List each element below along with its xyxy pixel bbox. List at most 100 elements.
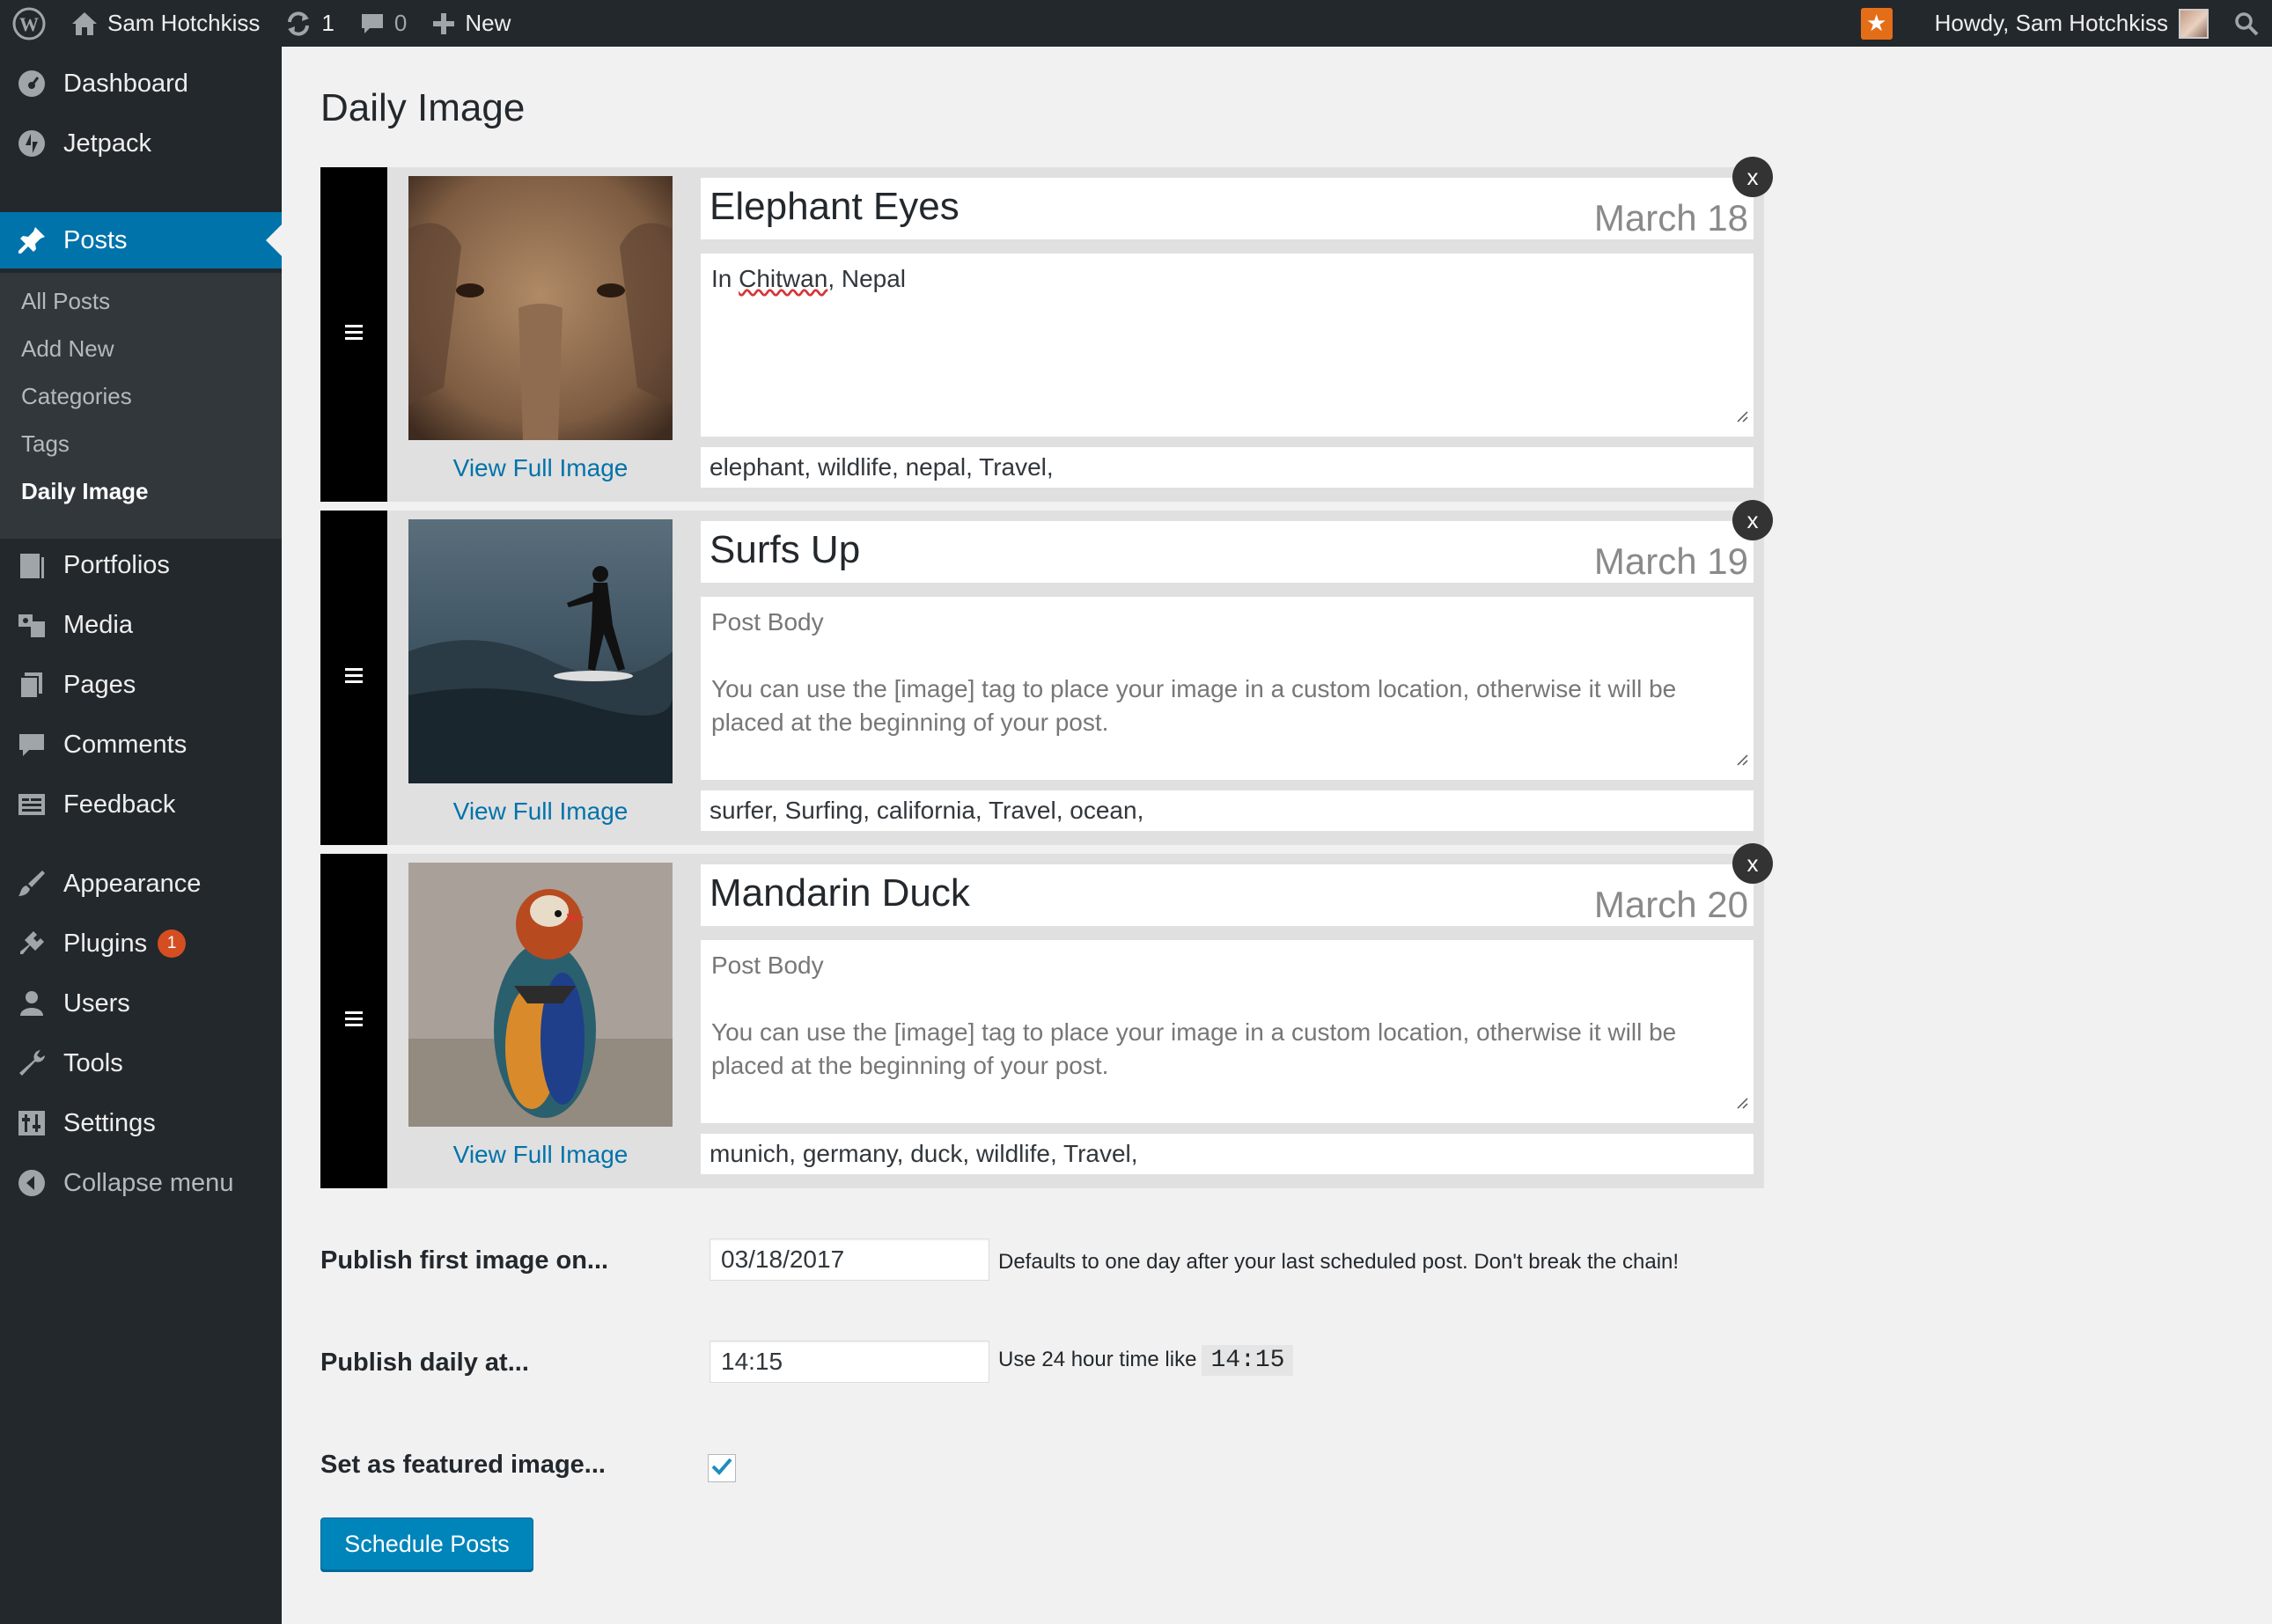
paintbrush-icon [14,866,49,901]
notifications-link[interactable]: ★ [1849,0,1905,47]
menu-tools[interactable]: Tools [0,1035,282,1091]
plug-icon [14,926,49,961]
post-body-textarea[interactable]: In Chitwan, Nepal [701,254,1754,437]
menu-dashboard[interactable]: Dashboard [0,55,282,112]
image-thumbnail [408,176,673,440]
new-content-link[interactable]: New [419,0,523,47]
view-full-image-link[interactable]: View Full Image [408,792,673,831]
publish-daily-description: Use 24 hour time like 14:15 [998,1345,1294,1376]
post-body-textarea[interactable]: Post Body You can use the [image] tag to… [701,940,1754,1123]
pushpin-icon [14,223,49,258]
updates-count: 1 [321,10,335,36]
view-full-image-link[interactable]: View Full Image [408,449,673,488]
admin-bar: W Sam Hotchkiss 1 0 New ★ Howdy, Sam Hot… [0,0,2272,47]
submenu-tags[interactable]: Tags [21,426,70,461]
publish-first-date-input[interactable] [710,1238,989,1281]
post-body-placeholder-hint: You can use the [image] tag to place you… [711,675,1677,736]
menu-comments[interactable]: Comments [0,716,282,773]
publish-daily-label: Publish daily at... [320,1348,529,1377]
menu-appearance[interactable]: Appearance [0,856,282,912]
schedule-posts-button[interactable]: Schedule Posts [320,1517,533,1570]
svg-text:W: W [19,13,39,35]
post-title-field[interactable]: Elephant Eyes March 18 [701,178,1754,239]
submenu-add-new[interactable]: Add New [21,331,114,366]
post-body-placeholder-title: Post Body [711,608,824,636]
menu-label: Settings [63,1108,156,1137]
menu-collapse[interactable]: Collapse menu [0,1155,282,1211]
remove-card-button[interactable]: x [1732,157,1773,197]
resize-handle-icon[interactable] [1736,741,1748,775]
wordpress-logo-icon[interactable]: W [0,0,58,47]
menu-label: Plugins [63,929,148,958]
featured-image-label: Set as featured image... [320,1451,606,1479]
post-body-placeholder-title: Post Body [711,952,824,979]
menu-label: Posts [63,225,128,254]
resize-handle-icon[interactable] [1736,398,1748,431]
howdy-greeting: Howdy, Sam Hotchkiss [1934,10,2168,36]
post-tags-field[interactable]: munich, germany, duck, wildlife, Travel, [701,1134,1754,1174]
post-tags-field[interactable]: surfer, Surfing, california, Travel, oce… [701,790,1754,831]
remove-card-button[interactable]: x [1732,843,1773,884]
remove-card-button[interactable]: x [1732,500,1773,540]
menu-media[interactable]: Media [0,597,282,653]
menu-plugins[interactable]: Plugins 1 [0,915,282,972]
wrench-icon [14,1046,49,1081]
menu-label: Tools [63,1048,123,1077]
collapse-arrow-icon [14,1165,49,1201]
drag-handle[interactable] [320,167,387,502]
post-date: March 20 [1593,884,1748,925]
publish-daily-time-input[interactable] [710,1341,989,1383]
post-tags-field[interactable]: elephant, wildlife, nepal, Travel, [701,447,1754,488]
image-thumbnail [408,863,673,1127]
checkmark-icon [710,1456,733,1481]
menu-portfolios[interactable]: Portfolios [0,537,282,593]
comments-icon [14,727,49,762]
menu-settings[interactable]: Settings [0,1095,282,1151]
submenu-categories[interactable]: Categories [21,378,132,414]
submenu-all-posts[interactable]: All Posts [21,283,110,319]
view-full-image-link[interactable]: View Full Image [408,1135,673,1174]
post-title-field[interactable]: Mandarin Duck March 20 [701,864,1754,926]
drag-handle[interactable] [320,511,387,845]
menu-label: Comments [63,730,187,759]
image-thumbnail [408,519,673,783]
post-body-textarea[interactable]: Post Body You can use the [image] tag to… [701,597,1754,780]
plus-icon [431,11,456,36]
menu-pages[interactable]: Pages [0,657,282,713]
hamburger-icon [345,1010,363,1032]
user-icon [14,986,49,1021]
updates-icon [284,10,312,38]
submenu-daily-image[interactable]: Daily Image [21,474,149,509]
body-text-part: , Nepal [827,265,907,292]
hamburger-icon [345,324,363,345]
publish-daily-hint: Use 24 hour time like [998,1348,1197,1371]
menu-label: Dashboard [63,69,188,98]
menu-feedback[interactable]: Feedback [0,776,282,833]
post-date: March 18 [1593,197,1748,239]
menu-users[interactable]: Users [0,975,282,1032]
comments-count: 0 [393,10,408,36]
my-account-link[interactable]: Howdy, Sam Hotchkiss [1905,0,2221,47]
menu-posts[interactable]: Posts [0,212,282,268]
post-title-field[interactable]: Surfs Up March 19 [701,521,1754,583]
post-title: Elephant Eyes [710,185,960,228]
post-body-placeholder-hint: You can use the [image] tag to place you… [711,1018,1677,1079]
dashboard-icon [14,66,49,101]
drag-handle[interactable] [320,854,387,1188]
portfolio-icon [14,547,49,583]
site-name-link[interactable]: Sam Hotchkiss [58,0,272,47]
admin-sidebar: Dashboard Jetpack Posts All Posts Add Ne… [0,47,282,1624]
new-label: New [465,10,511,36]
updates-link[interactable]: 1 [272,0,346,47]
featured-image-checkbox[interactable] [708,1454,736,1482]
media-icon [14,607,49,643]
post-body-text: In Chitwan, Nepal [711,265,906,292]
comments-link[interactable]: 0 [347,0,419,47]
resize-handle-icon[interactable] [1736,1084,1748,1118]
menu-jetpack[interactable]: Jetpack [0,115,282,172]
post-title: Mandarin Duck [710,871,970,915]
body-text-part: In [711,265,739,292]
menu-label: Appearance [63,869,202,898]
menu-label: Users [63,988,130,1018]
search-icon[interactable] [2221,0,2272,47]
